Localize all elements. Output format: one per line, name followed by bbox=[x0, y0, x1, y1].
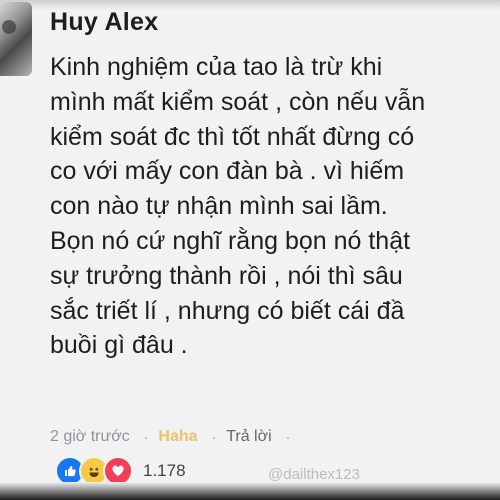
avatar[interactable] bbox=[0, 2, 32, 76]
comment-time[interactable]: 2 giờ trước bbox=[50, 428, 130, 446]
comment-line: sắc triết lí , nhưng có biết cái đầ bbox=[50, 296, 405, 325]
reaction-count: 1.178 bbox=[143, 461, 186, 480]
comment-author[interactable]: Huy Alex bbox=[50, 8, 158, 37]
comment-meta: 2 giờ trước · Haha · Trả lời · bbox=[50, 424, 300, 450]
comment-line: buồi gì đâu . bbox=[50, 331, 188, 360]
watermark: @dailthex123 bbox=[268, 466, 360, 483]
comment-line: Kinh nghiệm của tao là trừ khi bbox=[50, 53, 383, 81]
meta-separator: · bbox=[211, 429, 217, 445]
comment-line: co với mấy con đàn bà . vì hiếm bbox=[50, 157, 405, 186]
meta-separator: · bbox=[143, 429, 149, 445]
comment-line: mình mất kiểm soát , còn nếu vẫn bbox=[50, 87, 426, 116]
reply-button[interactable]: Trả lời bbox=[226, 428, 271, 446]
reaction-button[interactable]: Haha bbox=[158, 428, 197, 446]
comment-body: Kinh nghiệm của tao là trừ khi mình mất … bbox=[50, 50, 500, 363]
comment-line: kiểm soát đc thì tốt nhất đừng có bbox=[50, 122, 415, 151]
comment-line: sự trưởng thành rồi , nói thì sâu bbox=[50, 261, 403, 290]
comment-line: Bọn nó cứ nghĩ rằng bọn nó thật bbox=[50, 226, 411, 255]
screen-shadow-bottom bbox=[0, 482, 500, 500]
comment-line: con nào tự nhận mình sai lầm. bbox=[50, 192, 388, 221]
meta-separator: · bbox=[285, 429, 291, 445]
